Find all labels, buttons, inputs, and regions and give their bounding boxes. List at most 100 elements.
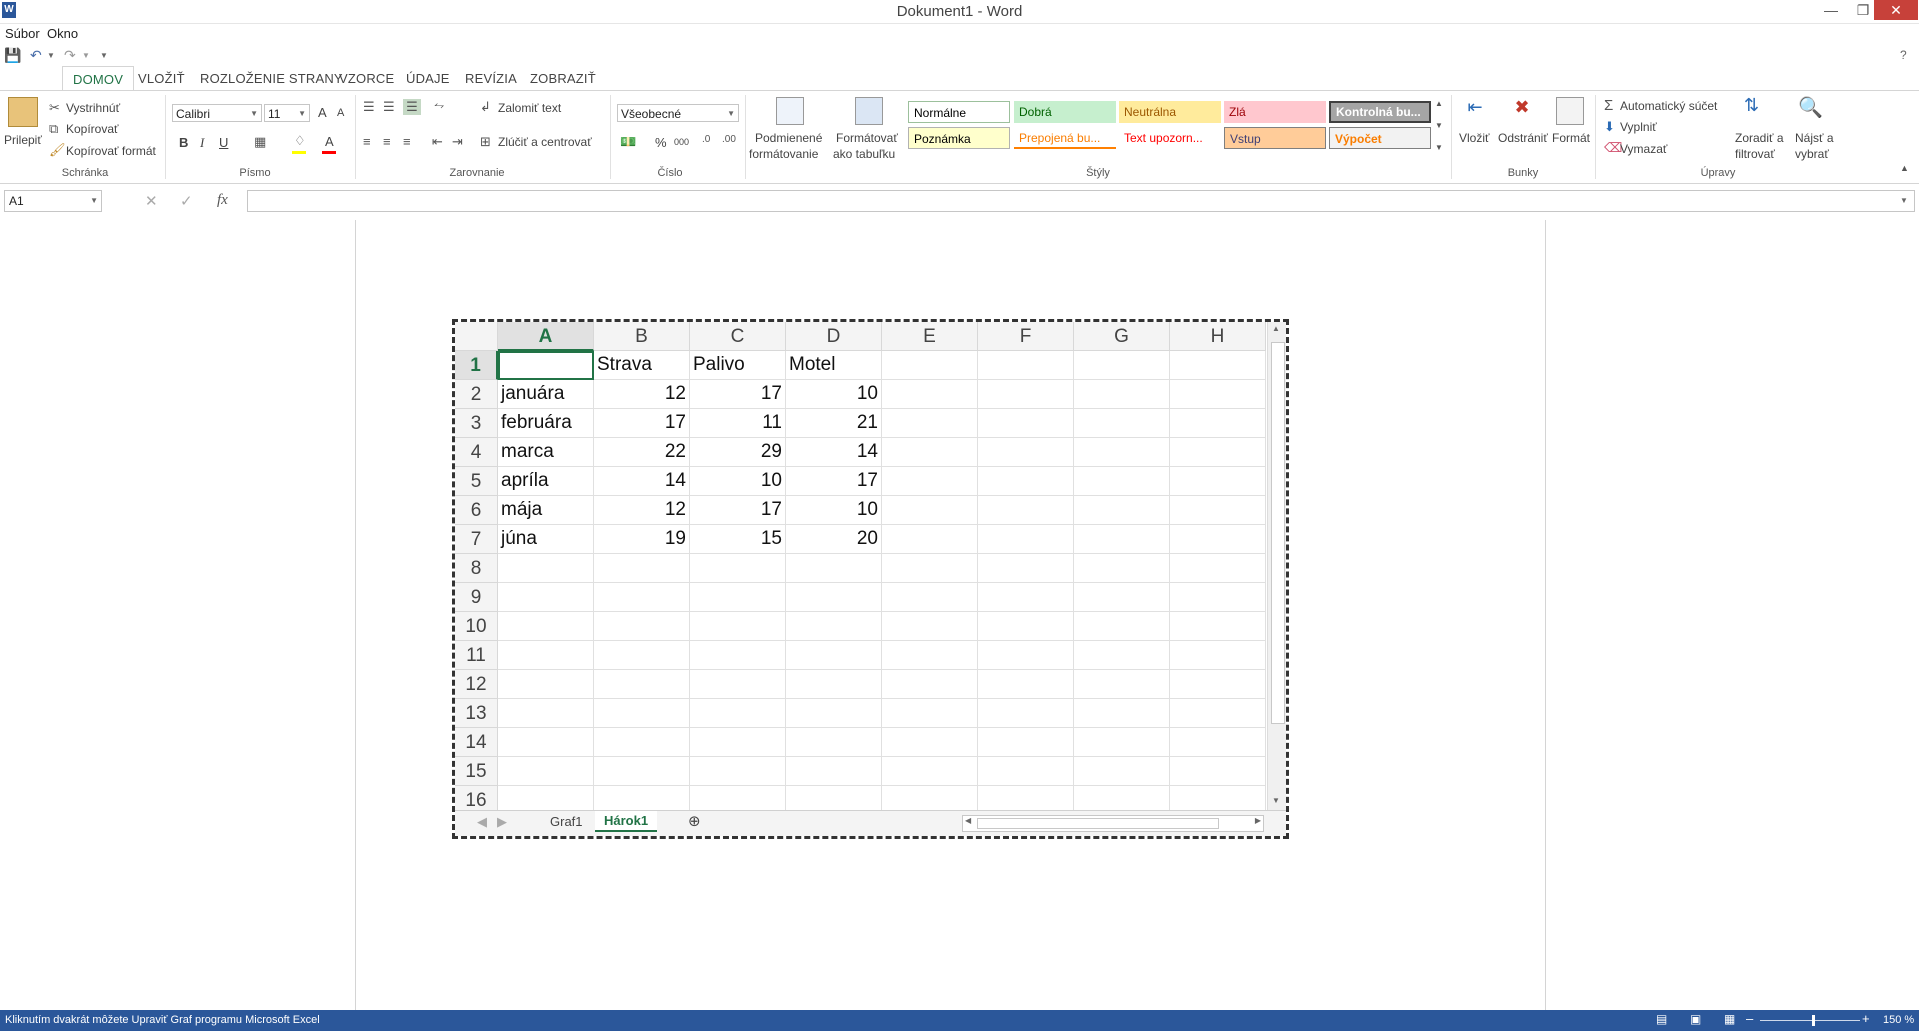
- tab-harok1[interactable]: Hárok1: [595, 811, 658, 832]
- cell-g8[interactable]: [1074, 554, 1170, 583]
- increase-indent-icon[interactable]: ⇥: [452, 134, 463, 150]
- format-as-table-icon[interactable]: [855, 97, 883, 125]
- number-format-combo[interactable]: Všeobecné ▼: [617, 104, 739, 122]
- close-button[interactable]: ✕: [1874, 0, 1918, 20]
- clear-button[interactable]: Vymazať: [1620, 142, 1667, 156]
- cell-f12[interactable]: [978, 670, 1074, 699]
- style-normal[interactable]: Normálne: [908, 101, 1010, 123]
- collapse-ribbon-icon[interactable]: ▲: [1900, 163, 1909, 173]
- cell-c5[interactable]: 10: [690, 467, 786, 496]
- cut-icon[interactable]: ✂: [49, 100, 60, 116]
- autosum-icon[interactable]: Σ: [1604, 97, 1613, 114]
- style-neutral[interactable]: Neutrálna: [1119, 101, 1221, 123]
- cell-c14[interactable]: [690, 728, 786, 757]
- sheet-prev-icon[interactable]: ◀: [477, 814, 487, 830]
- align-bottom-icon[interactable]: ☰: [403, 99, 421, 115]
- row-header[interactable]: 1: [455, 351, 498, 380]
- cell-c4[interactable]: 29: [690, 438, 786, 467]
- style-check-cell[interactable]: Kontrolná bu...: [1329, 101, 1431, 123]
- align-left-icon[interactable]: ≡: [363, 134, 371, 149]
- cell-c15[interactable]: [690, 757, 786, 786]
- cell-g11[interactable]: [1074, 641, 1170, 670]
- format-painter-icon[interactable]: 🖌: [49, 142, 66, 158]
- format-cells-icon[interactable]: [1556, 97, 1584, 125]
- cell-d4[interactable]: 14: [786, 438, 882, 467]
- cell-h8[interactable]: [1170, 554, 1266, 583]
- orientation-icon[interactable]: ⥊: [434, 97, 444, 113]
- expand-formula-icon[interactable]: ▼: [1900, 196, 1908, 205]
- column-header-g[interactable]: G: [1074, 322, 1170, 351]
- cell-f7[interactable]: [978, 525, 1074, 554]
- column-header-d[interactable]: D: [786, 322, 882, 351]
- tab-rozlozenie-strany[interactable]: ROZLOŽENIE STRANY: [200, 71, 343, 86]
- cell-f14[interactable]: [978, 728, 1074, 757]
- format-painter-button[interactable]: Kopírovať formát: [66, 144, 156, 158]
- delete-cells-button[interactable]: Odstrániť: [1498, 131, 1548, 145]
- column-header-f[interactable]: F: [978, 322, 1074, 351]
- cell-e8[interactable]: [882, 554, 978, 583]
- undo-dropdown-icon[interactable]: ▼: [47, 51, 55, 60]
- cell-h9[interactable]: [1170, 583, 1266, 612]
- row-header[interactable]: 11: [455, 641, 498, 670]
- cell-d10[interactable]: [786, 612, 882, 641]
- paste-icon[interactable]: [8, 97, 38, 127]
- cell-f8[interactable]: [978, 554, 1074, 583]
- cell-d13[interactable]: [786, 699, 882, 728]
- copy-button[interactable]: Kopírovať: [66, 122, 119, 136]
- cell-d3[interactable]: 21: [786, 409, 882, 438]
- cell-b9[interactable]: [594, 583, 690, 612]
- cell-a13[interactable]: [498, 699, 594, 728]
- cell-g1[interactable]: [1074, 351, 1170, 380]
- conditional-formatting-label-2[interactable]: formátovanie: [749, 147, 818, 161]
- decrease-indent-icon[interactable]: ⇤: [432, 134, 443, 150]
- cell-b6[interactable]: 12: [594, 496, 690, 525]
- cell-g7[interactable]: [1074, 525, 1170, 554]
- decrease-decimal-icon[interactable]: .00: [722, 134, 736, 145]
- cell-f15[interactable]: [978, 757, 1074, 786]
- redo-dropdown-icon[interactable]: ▼: [82, 51, 90, 60]
- font-name-combo[interactable]: Calibri ▼: [172, 104, 262, 122]
- vertical-scroll-thumb[interactable]: [1271, 342, 1285, 724]
- cell-f4[interactable]: [978, 438, 1074, 467]
- cell-a5[interactable]: apríla: [498, 467, 594, 496]
- cell-f13[interactable]: [978, 699, 1074, 728]
- cell-b13[interactable]: [594, 699, 690, 728]
- row-header[interactable]: 10: [455, 612, 498, 641]
- row-header[interactable]: 9: [455, 583, 498, 612]
- styles-more-icon[interactable]: ▼: [1435, 143, 1443, 152]
- align-right-icon[interactable]: ≡: [403, 134, 411, 149]
- cell-h6[interactable]: [1170, 496, 1266, 525]
- cell-b2[interactable]: 12: [594, 380, 690, 409]
- cell-d12[interactable]: [786, 670, 882, 699]
- new-sheet-icon[interactable]: ⊕: [688, 812, 701, 830]
- cell-e1[interactable]: [882, 351, 978, 380]
- zoom-out-button[interactable]: –: [1746, 1011, 1753, 1026]
- menu-file[interactable]: Súbor: [5, 26, 40, 41]
- cell-g3[interactable]: [1074, 409, 1170, 438]
- cell-e3[interactable]: [882, 409, 978, 438]
- column-header-c[interactable]: C: [690, 322, 786, 351]
- insert-function-button[interactable]: fx: [217, 192, 228, 209]
- cell-b1[interactable]: Strava: [594, 351, 690, 380]
- select-all-corner[interactable]: [455, 322, 498, 351]
- underline-button[interactable]: U: [219, 135, 228, 150]
- cell-e7[interactable]: [882, 525, 978, 554]
- tab-graf1[interactable]: Graf1: [550, 814, 583, 829]
- cell-h1[interactable]: [1170, 351, 1266, 380]
- find-select-label-1[interactable]: Nájsť a: [1795, 131, 1834, 145]
- read-mode-icon[interactable]: ▤: [1656, 1012, 1667, 1026]
- cell-f6[interactable]: [978, 496, 1074, 525]
- shrink-font-button[interactable]: A: [337, 107, 344, 119]
- cell-e5[interactable]: [882, 467, 978, 496]
- insert-cells-button[interactable]: Vložiť: [1459, 131, 1490, 145]
- cell-c1[interactable]: Palivo: [690, 351, 786, 380]
- insert-cells-icon[interactable]: ⇤: [1461, 97, 1489, 123]
- sheet-next-icon[interactable]: ▶: [497, 814, 507, 830]
- cell-h15[interactable]: [1170, 757, 1266, 786]
- cell-a6[interactable]: mája: [498, 496, 594, 525]
- cell-d14[interactable]: [786, 728, 882, 757]
- format-as-table-label-1[interactable]: Formátovať: [836, 131, 898, 145]
- web-layout-icon[interactable]: ▦: [1724, 1012, 1735, 1026]
- styles-scroll-up-icon[interactable]: ▲: [1435, 99, 1443, 108]
- cell-g14[interactable]: [1074, 728, 1170, 757]
